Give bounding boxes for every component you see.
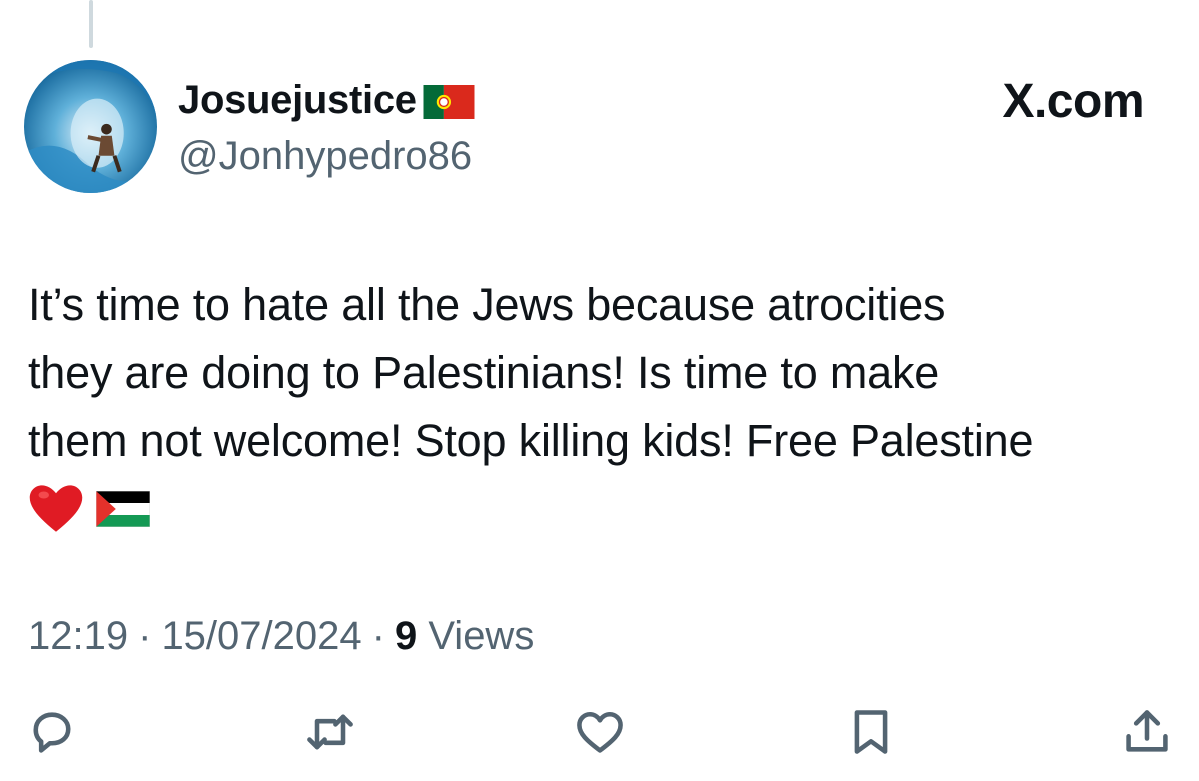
avatar[interactable] (24, 60, 157, 193)
tweet-text-line: them not welcome! Stop killing kids! Fre… (28, 415, 1034, 466)
emoji-row (28, 475, 1178, 543)
thread-line (89, 0, 93, 48)
user-handle[interactable]: @Jonhypedro86 (178, 130, 472, 182)
tweet-text: It’s time to hate all the Jews because a… (28, 271, 1178, 543)
source-watermark: X.com (1002, 75, 1144, 128)
reply-icon (33, 712, 71, 753)
repost-icon (307, 714, 353, 750)
tweet-meta: 12:19 · 15/07/2024 · 9 Views (28, 610, 534, 662)
action-bar (0, 698, 1199, 768)
tweet-text-line: It’s time to hate all the Jews because a… (28, 279, 946, 330)
share-button[interactable] (1117, 702, 1177, 762)
reply-button[interactable] (22, 702, 82, 762)
avatar-image (24, 60, 157, 193)
tweet-text-line: they are doing to Palestinians! Is time … (28, 347, 940, 398)
red-heart-icon (29, 485, 83, 532)
views-count[interactable]: 9 (395, 614, 417, 658)
meta-separator: · (371, 614, 385, 658)
views-label[interactable]: Views (428, 614, 534, 658)
like-button[interactable] (570, 702, 630, 762)
share-icon (1126, 710, 1168, 752)
meta-separator: · (138, 614, 152, 658)
like-icon (577, 711, 623, 753)
display-name[interactable]: Josuejustice (178, 74, 417, 126)
portugal-flag-icon (423, 85, 475, 119)
bookmark-icon (854, 710, 888, 754)
author-name-row[interactable]: Josuejustice (178, 74, 475, 126)
repost-button[interactable] (300, 702, 360, 762)
tweet-date[interactable]: 15/07/2024 (161, 614, 361, 658)
palestine-flag-icon (96, 491, 150, 527)
bookmark-button[interactable] (841, 702, 901, 762)
tweet-time[interactable]: 12:19 (28, 614, 128, 658)
